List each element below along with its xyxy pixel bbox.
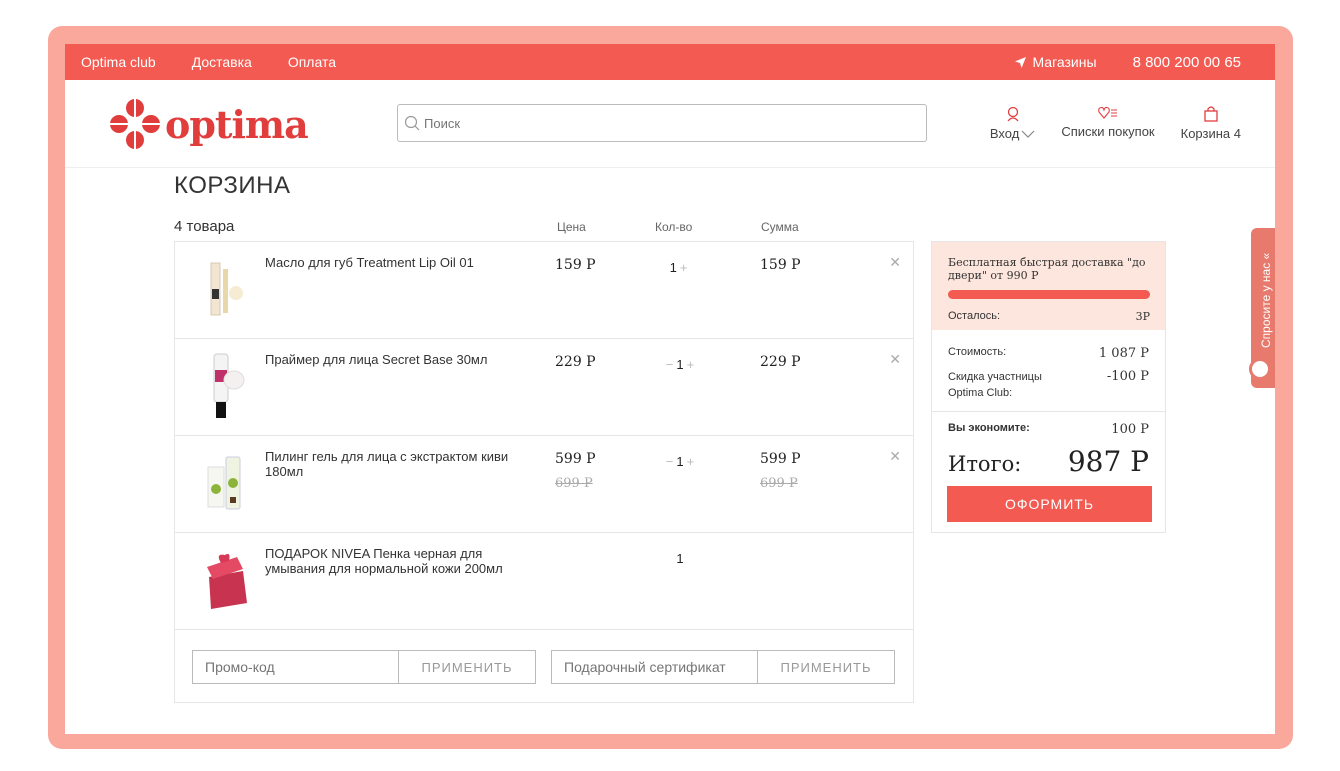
nav-optima-club[interactable]: Optima club <box>81 54 156 70</box>
stores-label: Магазины <box>1032 54 1097 70</box>
cost-row: Стоимость: 1 087 Р <box>932 346 1165 361</box>
items-count: 4 товара <box>174 218 235 235</box>
quantity-stepper: 1 + <box>645 260 715 275</box>
nav-delivery[interactable]: Доставка <box>192 54 252 70</box>
apply-promo-button[interactable]: ПРИМЕНИТЬ <box>398 651 535 683</box>
gift-certificate-input[interactable] <box>552 651 757 683</box>
column-header-qty: Кол-во <box>655 220 693 234</box>
savings-label: Вы экономите: <box>948 422 1030 434</box>
product-price: 159 Р <box>555 257 596 273</box>
product-name[interactable]: Праймер для лица Secret Base 30мл <box>265 352 530 367</box>
order-summary: Бесплатная быстрая доставка "до двери" о… <box>931 241 1166 533</box>
product-image-lip-oil[interactable] <box>193 254 259 324</box>
product-name[interactable]: Масло для губ Treatment Lip Oil 01 <box>265 255 530 270</box>
product-name[interactable]: ПОДАРОК NIVEA Пенка черная для умывания … <box>265 546 530 576</box>
remove-item-icon[interactable]: ✕ <box>889 351 901 368</box>
product-price: 599 Р <box>555 451 596 467</box>
savings-value: 100 Р <box>1111 422 1149 437</box>
apply-certificate-button[interactable]: ПРИМЕНИТЬ <box>757 651 894 683</box>
cart-item: Праймер для лица Secret Base 30мл 229 Р … <box>175 339 913 436</box>
cart-item: Пилинг гель для лица с экстрактом киви 1… <box>175 436 913 533</box>
cost-label: Стоимость: <box>948 346 1007 358</box>
remaining-label: Осталось: <box>948 310 1001 322</box>
quantity-value: 1 <box>676 454 684 469</box>
ask-us-label: Спросите у нас « <box>1259 252 1273 348</box>
total-row: Итого: 987 Р <box>932 445 1165 478</box>
location-arrow-icon <box>1015 56 1027 68</box>
quantity-static: 1 <box>645 551 715 566</box>
nav-payment[interactable]: Оплата <box>288 54 336 70</box>
stores-link[interactable]: Магазины <box>1015 54 1097 70</box>
cart-button[interactable]: Корзина 4 <box>1181 106 1241 141</box>
product-sum: 159 Р <box>760 257 801 273</box>
login-label: Вход <box>989 126 1020 141</box>
free-shipping-progress: Бесплатная быстрая доставка "до двери" о… <box>932 242 1165 330</box>
increase-button[interactable]: + <box>684 357 698 372</box>
chat-bubble-icon <box>1249 358 1271 380</box>
discount-label: Скидка участницы Optima Club: <box>948 371 1042 399</box>
shipping-text: Бесплатная быстрая доставка "до двери" о… <box>948 256 1146 282</box>
decrease-button[interactable]: − <box>663 454 677 469</box>
quantity-value: 1 <box>676 551 684 566</box>
header-actions: Вход Списки покупок Корзина 4 <box>964 106 1241 141</box>
product-price: 229 Р <box>555 354 596 370</box>
product-sum: 229 Р <box>760 354 801 370</box>
promo-code-box: ПРИМЕНИТЬ <box>192 650 536 684</box>
shipping-remaining: Осталось: 3Р <box>948 310 1150 323</box>
cost-value: 1 087 Р <box>1098 346 1149 361</box>
heart-list-icon <box>1098 106 1117 119</box>
cart-label: Корзина 4 <box>1180 126 1241 141</box>
search-box[interactable] <box>397 104 927 142</box>
flower-logo-icon <box>110 99 160 149</box>
quantity-value: 1 <box>669 260 677 275</box>
total-value: 987 Р <box>1067 445 1149 478</box>
increase-button[interactable]: + <box>684 454 698 469</box>
quantity-stepper: −1 + <box>645 357 715 372</box>
decrease-button[interactable]: − <box>663 357 677 372</box>
page-title: КОРЗИНА <box>174 172 291 199</box>
gift-cert-box: ПРИМЕНИТЬ <box>551 650 895 684</box>
top-bar: Optima club Доставка Оплата Магазины 8 8… <box>65 44 1275 80</box>
product-old-sum: 699 Р <box>760 476 798 491</box>
remove-item-icon[interactable]: ✕ <box>889 448 901 465</box>
search-input[interactable] <box>424 115 904 131</box>
product-image-primer[interactable] <box>193 351 259 421</box>
remaining-value: 3Р <box>1135 310 1150 323</box>
logo[interactable]: optima <box>109 98 309 150</box>
product-old-price: 699 Р <box>555 476 593 491</box>
quantity-stepper: −1 + <box>645 454 715 469</box>
product-image-gift[interactable] <box>193 545 259 615</box>
bag-icon <box>1204 106 1218 122</box>
login-button[interactable]: Вход <box>990 106 1035 141</box>
shopping-lists-label: Списки покупок <box>1061 124 1155 139</box>
header: optima Вход Списки покупок Корзина 4 <box>65 80 1275 168</box>
total-label: Итого: <box>948 452 1022 476</box>
cart-item-gift: ПОДАРОК NIVEA Пенка черная для умывания … <box>175 533 913 630</box>
chevron-down-icon <box>1021 130 1035 138</box>
discount-value: -100 Р <box>1106 369 1149 384</box>
ask-us-tab[interactable]: Спросите у нас « <box>1249 228 1275 388</box>
column-header-sum: Сумма <box>761 220 799 234</box>
search-icon <box>404 115 420 131</box>
logo-text: optima <box>165 101 309 147</box>
discount-row: Скидка участницы Optima Club: -100 Р <box>932 369 1165 412</box>
page: Optima club Доставка Оплата Магазины 8 8… <box>65 44 1275 734</box>
checkout-button[interactable]: ОФОРМИТЬ <box>947 486 1152 522</box>
remove-item-icon[interactable]: ✕ <box>889 254 901 271</box>
quantity-value: 1 <box>676 357 684 372</box>
product-name[interactable]: Пилинг гель для лица с экстрактом киви 1… <box>265 449 530 479</box>
increase-button[interactable]: + <box>677 260 691 275</box>
phone-number[interactable]: 8 800 200 00 65 <box>1133 54 1241 71</box>
shipping-progress-bar <box>948 290 1150 299</box>
column-header-price: Цена <box>557 220 586 234</box>
product-sum: 599 Р <box>760 451 801 467</box>
product-image-peeling-gel[interactable] <box>193 448 259 518</box>
user-icon <box>1007 106 1019 122</box>
promo-section: ПРИМЕНИТЬ ПРИМЕНИТЬ <box>175 630 913 702</box>
promo-code-input[interactable] <box>193 651 398 683</box>
shopping-lists-button[interactable]: Списки покупок <box>1061 106 1155 141</box>
savings-row: Вы экономите: 100 Р <box>932 422 1165 437</box>
cart-item: Масло для губ Treatment Lip Oil 01 159 Р… <box>175 242 913 339</box>
cart-list: Масло для губ Treatment Lip Oil 01 159 Р… <box>174 241 914 703</box>
